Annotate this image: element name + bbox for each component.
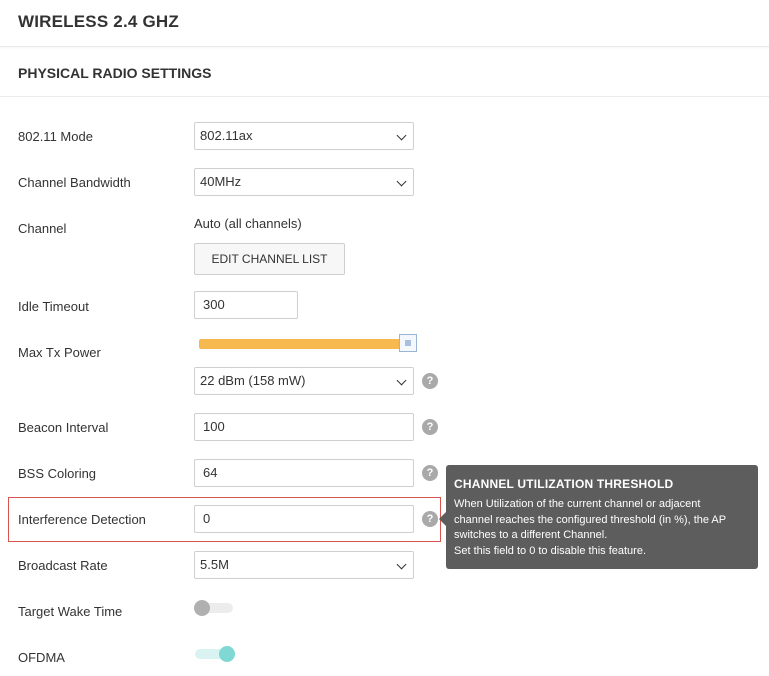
idle-timeout-label: Idle Timeout bbox=[18, 299, 89, 314]
help-icon[interactable]: ? bbox=[422, 465, 438, 481]
help-tooltip: CHANNEL UTILIZATION THRESHOLD When Utili… bbox=[439, 465, 758, 569]
help-icon[interactable]: ? bbox=[422, 419, 438, 435]
tooltip-body: When Utilization of the current channel … bbox=[454, 497, 750, 559]
channel-label: Channel bbox=[18, 221, 67, 236]
mode-select[interactable]: 802.11ax bbox=[194, 122, 414, 150]
help-icon[interactable]: ? bbox=[422, 373, 438, 389]
beacon-interval-label: Beacon Interval bbox=[18, 420, 109, 435]
bss-coloring-value: 64 bbox=[203, 465, 218, 480]
bss-coloring-input[interactable]: 64 bbox=[194, 459, 414, 487]
tooltip-line: When Utilization of the current channel … bbox=[454, 498, 701, 510]
chevron-down-icon bbox=[396, 176, 407, 187]
bandwidth-label: Channel Bandwidth bbox=[18, 175, 131, 190]
ofdma-label: OFDMA bbox=[18, 650, 65, 665]
target-wake-time-label: Target Wake Time bbox=[18, 604, 123, 619]
chevron-down-icon bbox=[396, 559, 407, 570]
tooltip-line: switches to a different Channel. bbox=[454, 529, 608, 541]
broadcast-rate-value: 5.5M bbox=[200, 557, 229, 572]
mode-value: 802.11ax bbox=[200, 128, 253, 143]
broadcast-rate-select[interactable]: 5.5M bbox=[194, 551, 414, 579]
section-title: PHYSICAL RADIO SETTINGS bbox=[18, 65, 212, 81]
ofdma-toggle-knob[interactable] bbox=[219, 646, 235, 662]
broadcast-rate-label: Broadcast Rate bbox=[18, 558, 108, 573]
page-title: WIRELESS 2.4 GHZ bbox=[18, 12, 179, 31]
page-header: WIRELESS 2.4 GHZ bbox=[0, 0, 769, 47]
beacon-interval-value: 100 bbox=[203, 419, 225, 434]
max-tx-power-select[interactable]: 22 dBm (158 mW) bbox=[194, 367, 414, 395]
bandwidth-select[interactable]: 40MHz bbox=[194, 168, 414, 196]
interference-detection-value: 0 bbox=[203, 511, 211, 526]
max-tx-power-value: 22 dBm (158 mW) bbox=[200, 373, 306, 388]
bandwidth-value: 40MHz bbox=[200, 174, 242, 189]
help-icon[interactable]: ? bbox=[422, 511, 438, 527]
idle-timeout-value: 300 bbox=[203, 297, 225, 312]
beacon-interval-input[interactable]: 100 bbox=[194, 413, 414, 441]
tooltip-line: channel reaches the configured threshold… bbox=[454, 513, 727, 526]
tooltip-line: Set this field to 0 to disable this feat… bbox=[454, 544, 647, 557]
bss-coloring-label: BSS Coloring bbox=[18, 466, 97, 481]
chevron-down-icon bbox=[396, 130, 407, 141]
idle-timeout-input[interactable]: 300 bbox=[194, 291, 298, 319]
interference-detection-label: Interference Detection bbox=[18, 512, 146, 527]
channel-value: Auto (all channels) bbox=[194, 216, 302, 231]
edit-channel-list-button[interactable]: EDIT CHANNEL LIST bbox=[194, 243, 345, 275]
chevron-down-icon bbox=[396, 375, 407, 386]
max-tx-power-label: Max Tx Power bbox=[18, 345, 101, 360]
interference-detection-input[interactable]: 0 bbox=[194, 505, 414, 533]
target-wake-time-toggle-knob[interactable] bbox=[194, 600, 210, 616]
max-tx-power-slider-handle[interactable] bbox=[399, 334, 417, 352]
tooltip-title: CHANNEL UTILIZATION THRESHOLD bbox=[454, 477, 674, 491]
max-tx-power-slider-track[interactable] bbox=[199, 339, 405, 349]
section-header: PHYSICAL RADIO SETTINGS bbox=[0, 48, 769, 97]
mode-label: 802.11 Mode bbox=[18, 129, 93, 144]
